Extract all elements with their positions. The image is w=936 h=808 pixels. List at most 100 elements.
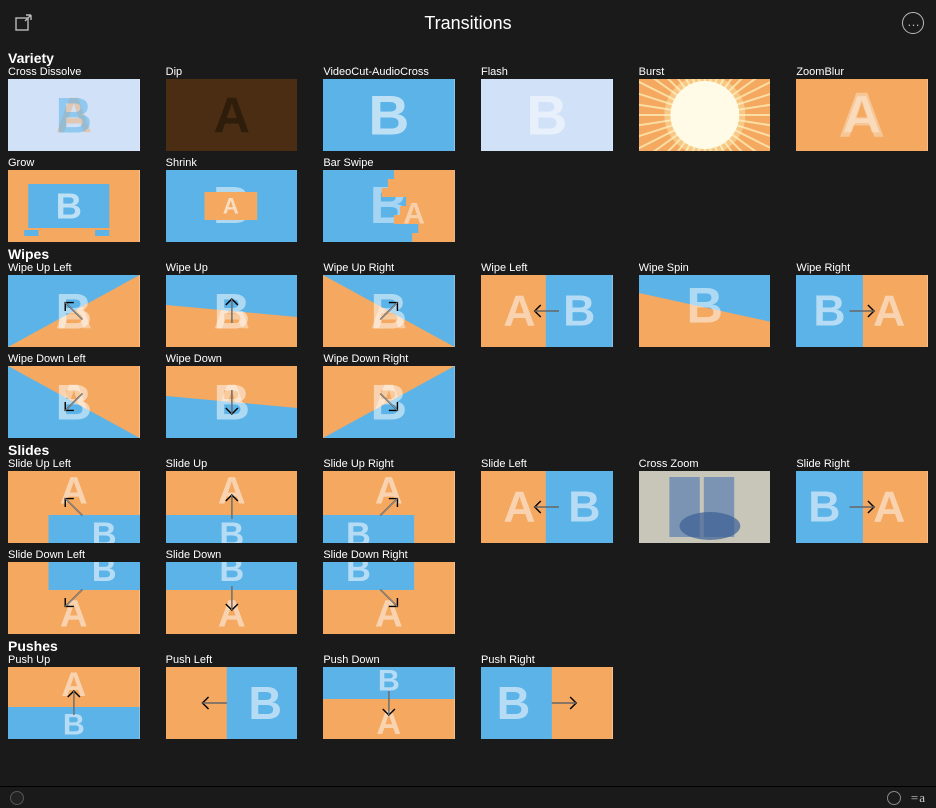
- transition-wipe-up-right[interactable]: Wipe Up RightAB: [323, 262, 455, 347]
- transition-push-up[interactable]: Push UpAB: [8, 654, 140, 739]
- footer-indicator[interactable]: [10, 791, 24, 805]
- transition-videocut-audiocross[interactable]: VideoCut-AudioCrossB: [323, 66, 455, 151]
- transition-label: Wipe Up Right: [323, 262, 455, 274]
- expand-icon[interactable]: [12, 12, 34, 34]
- transition-thumbnail: B: [639, 275, 771, 347]
- transition-label: Slide Down: [166, 549, 298, 561]
- transition-label: Wipe Down: [166, 353, 298, 365]
- transition-label: Wipe Down Left: [8, 353, 140, 365]
- transition-thumbnail: AB: [323, 275, 455, 347]
- svg-text:B: B: [248, 677, 282, 729]
- transition-grow[interactable]: Grow B: [8, 157, 140, 242]
- transition-label: Bar Swipe: [323, 157, 455, 169]
- transition-wipe-up-left[interactable]: Wipe Up LeftAB: [8, 262, 140, 347]
- transition-push-down[interactable]: Push DownBA: [323, 654, 455, 739]
- svg-text:A: A: [503, 483, 535, 532]
- svg-text:B: B: [92, 516, 117, 543]
- transition-slide-down-right[interactable]: Slide Down RightAB: [323, 549, 455, 634]
- svg-text:A: A: [404, 198, 426, 231]
- transition-thumbnail: AB: [481, 471, 613, 543]
- transition-push-right[interactable]: Push RightB: [481, 654, 613, 739]
- transition-thumbnail: AB: [166, 471, 298, 543]
- transition-flash[interactable]: Flash B: [481, 66, 613, 151]
- transition-shrink[interactable]: ShrinkBA: [166, 157, 298, 242]
- transition-slide-up-right[interactable]: Slide Up RightAB: [323, 458, 455, 543]
- svg-text:B: B: [346, 516, 371, 543]
- transition-label: Wipe Down Right: [323, 353, 455, 365]
- transition-zoomblur[interactable]: ZoomBlurAA: [796, 66, 928, 151]
- transition-thumbnail: AB: [166, 562, 298, 634]
- transition-slide-right[interactable]: Slide RightAB: [796, 458, 928, 543]
- transition-thumbnail: AA: [796, 79, 928, 151]
- transition-push-left[interactable]: Push Left B: [166, 654, 298, 739]
- transition-thumbnail: AB: [323, 471, 455, 543]
- transition-wipe-left[interactable]: Wipe LeftAB: [481, 262, 613, 347]
- transition-thumbnail: AB: [8, 366, 140, 438]
- svg-text:A: A: [873, 287, 905, 336]
- transition-thumbnail: B: [323, 79, 455, 151]
- transition-label: Slide Down Left: [8, 549, 140, 561]
- transition-label: Slide Right: [796, 458, 928, 470]
- transition-thumbnail: [639, 471, 771, 543]
- svg-text:B: B: [526, 84, 567, 147]
- transition-label: Push Left: [166, 654, 298, 666]
- transition-wipe-down-left[interactable]: Wipe Down LeftAB: [8, 353, 140, 438]
- svg-text:A: A: [843, 86, 881, 144]
- svg-text:B: B: [92, 562, 117, 589]
- transition-thumbnail: B: [481, 667, 613, 739]
- transition-thumbnail: B: [166, 667, 298, 739]
- transition-label: Flash: [481, 66, 613, 78]
- transition-slide-left[interactable]: Slide LeftAB: [481, 458, 613, 543]
- transition-label: Grow: [8, 157, 140, 169]
- transition-thumbnail: AB: [481, 275, 613, 347]
- transition-thumbnail: B: [481, 79, 613, 151]
- transition-label: Wipe Spin: [639, 262, 771, 274]
- transition-label: Slide Left: [481, 458, 613, 470]
- transition-dip[interactable]: Dip A: [166, 66, 298, 151]
- transition-label: Cross Zoom: [639, 458, 771, 470]
- transition-slide-down-left[interactable]: Slide Down LeftAB: [8, 549, 140, 634]
- transition-wipe-spin[interactable]: Wipe SpinB: [639, 262, 771, 347]
- transition-cross-dissolve[interactable]: Cross DissolveAB: [8, 66, 140, 151]
- transition-thumbnail: AB: [323, 366, 455, 438]
- svg-text:A: A: [873, 483, 905, 532]
- transition-label: Push Up: [8, 654, 140, 666]
- section-title-wipes: Wipes: [8, 246, 928, 262]
- transition-cross-zoom[interactable]: Cross Zoom: [639, 458, 771, 543]
- transition-label: Slide Down Right: [323, 549, 455, 561]
- transition-label: Slide Up Right: [323, 458, 455, 470]
- transition-label: Push Right: [481, 654, 613, 666]
- transition-label: Wipe Right: [796, 262, 928, 274]
- transition-thumbnail: AB: [8, 667, 140, 739]
- transition-burst[interactable]: Burst: [639, 66, 771, 151]
- svg-text:A: A: [213, 87, 250, 144]
- transition-label: Wipe Up: [166, 262, 298, 274]
- transition-thumbnail: B: [8, 170, 140, 242]
- transition-slide-up[interactable]: Slide UpAB: [166, 458, 298, 543]
- more-icon[interactable]: …: [902, 12, 924, 34]
- transition-thumbnail: AB: [323, 562, 455, 634]
- footer-status-icon[interactable]: [887, 791, 901, 805]
- svg-text:B: B: [219, 516, 244, 543]
- transition-slide-up-left[interactable]: Slide Up LeftAB: [8, 458, 140, 543]
- transition-label: Dip: [166, 66, 298, 78]
- svg-text:B: B: [563, 287, 595, 336]
- section-title-pushes: Pushes: [8, 638, 928, 654]
- footer-text: =a: [911, 790, 926, 806]
- svg-text:B: B: [568, 483, 600, 532]
- transition-slide-down[interactable]: Slide DownAB: [166, 549, 298, 634]
- transition-wipe-right[interactable]: Wipe RightAB: [796, 262, 928, 347]
- svg-text:B: B: [809, 483, 841, 532]
- footer-bar: =a: [0, 786, 936, 808]
- transition-label: Slide Up Left: [8, 458, 140, 470]
- transition-thumbnail: BA: [166, 170, 298, 242]
- transition-wipe-up[interactable]: Wipe UpAB: [166, 262, 298, 347]
- transition-thumbnail: AB: [796, 471, 928, 543]
- transition-wipe-down[interactable]: Wipe DownAB: [166, 353, 298, 438]
- svg-text:B: B: [56, 186, 82, 227]
- transition-thumbnail: AB: [8, 471, 140, 543]
- transition-wipe-down-right[interactable]: Wipe Down RightAB: [323, 353, 455, 438]
- transition-thumbnail: AB: [796, 275, 928, 347]
- transition-label: ZoomBlur: [796, 66, 928, 78]
- transition-bar-swipe[interactable]: Bar SwipeBA: [323, 157, 455, 242]
